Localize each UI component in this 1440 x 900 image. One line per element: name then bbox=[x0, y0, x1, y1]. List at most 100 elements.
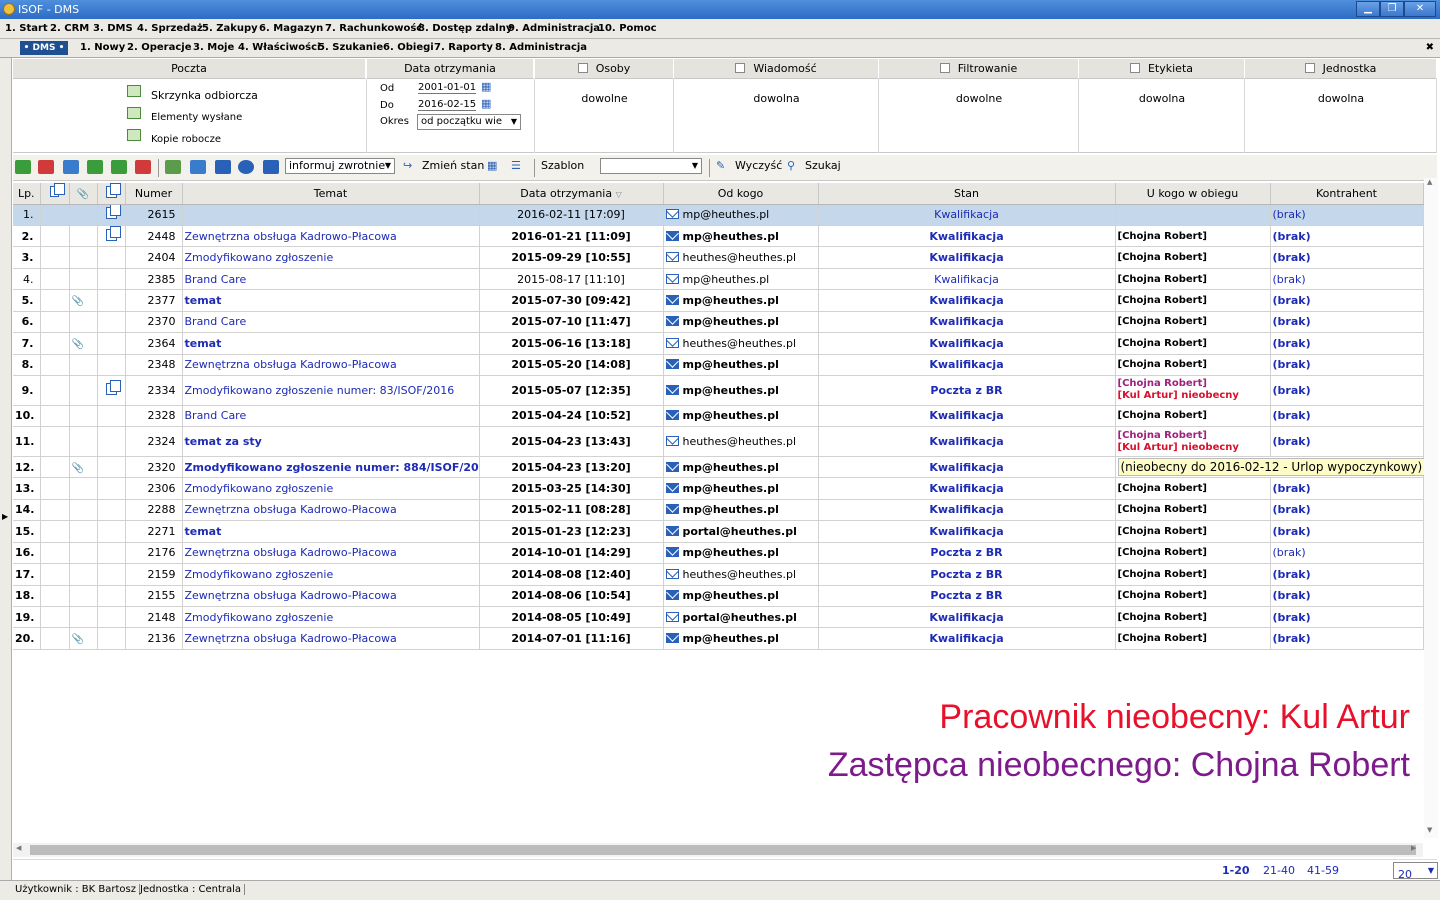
col-u-kogo[interactable]: U kogo w obiegu bbox=[1115, 183, 1271, 205]
table-row[interactable]: 1. 2615 2016-02-11 [17:09] mp@heuthes.pl Kwa… bbox=[13, 204, 1424, 226]
table-row[interactable]: 11. 2324 temat za sty 2015-04-23 [13:43] heu… bbox=[13, 426, 1424, 457]
menu-item-4[interactable]: 4. Sprzedaż bbox=[137, 23, 203, 34]
search-button[interactable]: Szukaj bbox=[805, 159, 841, 172]
menu-item-10[interactable]: 10. Pomoc bbox=[598, 23, 657, 34]
table-row[interactable]: 13. 2306 Zmodyfikowano zgłoszenie 2015-03-2… bbox=[13, 477, 1424, 500]
scroll-thumb[interactable] bbox=[30, 845, 1416, 855]
page-41-59[interactable]: 41-59 bbox=[1307, 864, 1339, 877]
change-state-button[interactable]: Zmień stan bbox=[422, 159, 484, 172]
col-data[interactable]: Data otrzymania ▽ bbox=[479, 183, 664, 205]
filter-1-header[interactable]: Wiadomość bbox=[674, 59, 879, 79]
col-doc-icon[interactable] bbox=[40, 183, 70, 205]
expand-arrow-icon[interactable]: ▶ bbox=[2, 512, 8, 521]
okres-select[interactable]: od początku wie ▼ bbox=[417, 114, 521, 130]
filter-checkbox[interactable] bbox=[939, 63, 950, 73]
do-calendar-icon[interactable]: ▦ bbox=[481, 97, 491, 110]
table-row[interactable]: 9. 2334 Zmodyfikowano zgłoszenie numer: 83… bbox=[13, 375, 1424, 406]
filter-value[interactable]: dowolna bbox=[674, 92, 879, 105]
col-attachment-icon[interactable]: 📎 bbox=[69, 183, 98, 205]
clear-button[interactable]: Wyczyść bbox=[735, 159, 782, 172]
col-lp[interactable]: Lp. bbox=[13, 183, 41, 205]
col-temat[interactable]: Temat bbox=[182, 183, 480, 205]
table-row[interactable]: 2. 2448 Zewnętrzna obsługa Kadrowo-Płacowa… bbox=[13, 225, 1424, 248]
document-icon[interactable] bbox=[190, 160, 206, 174]
mailbox-inbox[interactable]: Skrzynka odbiorcza bbox=[151, 89, 258, 102]
filter-4-header[interactable]: Jednostka bbox=[1245, 59, 1437, 79]
menu-item-6[interactable]: 6. Magazyn bbox=[259, 23, 323, 34]
close-window-button[interactable]: ✕ bbox=[1404, 1, 1436, 17]
table-row[interactable]: 10. 2328 Brand Care 2015-04-24 [10:52] mp@he… bbox=[13, 405, 1424, 428]
table-row[interactable]: 5. 📎 2377 temat 2015-07-30 [09:42] mp@heuthes… bbox=[13, 289, 1424, 312]
filter-3-header[interactable]: Etykieta bbox=[1079, 59, 1245, 79]
scroll-down-icon[interactable]: ▼ bbox=[1427, 826, 1432, 834]
submenu-item-7[interactable]: 7. Raporty bbox=[434, 42, 493, 53]
new-message-icon[interactable] bbox=[15, 160, 31, 174]
filter-value[interactable]: dowolne bbox=[535, 92, 674, 105]
col-numer[interactable]: Numer bbox=[125, 183, 183, 205]
attach-doc-icon[interactable] bbox=[165, 160, 181, 174]
submenu-item-3[interactable]: 3. Moje bbox=[193, 42, 234, 53]
page-21-40[interactable]: 21-40 bbox=[1263, 864, 1295, 877]
scroll-right-icon[interactable]: ▶ bbox=[1411, 844, 1416, 852]
submenu-item-6[interactable]: 6. Obiegi bbox=[383, 42, 434, 53]
col-kontrahent[interactable]: Kontrahent bbox=[1270, 183, 1424, 205]
mailbox-sent[interactable]: Elementy wysłane bbox=[151, 112, 242, 123]
dms-badge[interactable]: • DMS • bbox=[20, 41, 68, 55]
menu-item-2[interactable]: 2. CRM bbox=[50, 23, 89, 34]
filter-value[interactable]: dowolna bbox=[1245, 92, 1437, 105]
table-row[interactable]: 7. 📎 2364 temat 2015-06-16 [13:18] heuthes@he… bbox=[13, 332, 1424, 355]
col-od-kogo[interactable]: Od kogo bbox=[663, 183, 819, 205]
submenu-item-4[interactable]: 4. Właściwości bbox=[238, 42, 320, 53]
mailbox-drafts[interactable]: Kopie robocze bbox=[151, 134, 221, 145]
table-row[interactable]: 8. 2348 Zewnętrzna obsługa Kadrowo-Płacowa… bbox=[13, 354, 1424, 377]
col-copy-icon[interactable] bbox=[97, 182, 126, 205]
od-calendar-icon[interactable]: ▦ bbox=[481, 80, 491, 93]
table-row[interactable]: 4. 2385 Brand Care 2015-08-17 [11:10] mp@heu… bbox=[13, 268, 1424, 291]
table-row[interactable]: 18. 2155 Zewnętrzna obsługa Kadrowo-Płacow… bbox=[13, 585, 1424, 608]
table-row[interactable]: 20. 📎 2136 Zewnętrzna obsługa Kadrowo-Płaco… bbox=[13, 627, 1424, 650]
filter-value[interactable]: dowolne bbox=[879, 92, 1079, 105]
table-row[interactable]: 12. 📎 2320 Zmodyfikowano zgłoszenie numer: … bbox=[13, 456, 1426, 479]
table-row[interactable]: 19. 2148 Zmodyfikowano zgłoszenie 2014-08-0… bbox=[13, 606, 1424, 629]
page-1-20[interactable]: 1-20 bbox=[1222, 864, 1250, 877]
template-select[interactable]: ▼ bbox=[600, 158, 702, 174]
table-row[interactable]: 16. 2176 Zewnętrzna obsługa Kadrowo-Płacow… bbox=[13, 542, 1424, 565]
submenu-item-1[interactable]: 1. Nowy bbox=[80, 42, 125, 53]
inform-select[interactable]: informuj zwrotnie ▼ bbox=[285, 158, 395, 174]
gear-icon[interactable] bbox=[238, 160, 254, 174]
mark-read-icon[interactable] bbox=[63, 160, 79, 174]
reject-icon[interactable] bbox=[135, 160, 151, 174]
accept-icon[interactable] bbox=[87, 160, 103, 174]
filter-checkbox[interactable] bbox=[1129, 63, 1140, 73]
menu-item-1[interactable]: 1. Start bbox=[5, 23, 48, 34]
list-icon[interactable] bbox=[263, 160, 279, 174]
left-collapse-strip[interactable]: ▶ bbox=[0, 58, 12, 880]
od-date-field[interactable]: 2001-01-01 bbox=[418, 82, 477, 94]
do-date-field[interactable]: 2016-02-15 bbox=[418, 99, 477, 111]
minimize-button[interactable]: ▁ bbox=[1356, 1, 1380, 17]
menu-item-9[interactable]: 9. Administracja bbox=[508, 23, 600, 34]
filter-2-header[interactable]: Filtrowanie bbox=[879, 59, 1079, 79]
submenu-item-2[interactable]: 2. Operacje bbox=[127, 42, 192, 53]
filter-checkbox[interactable] bbox=[735, 63, 746, 73]
filter-value[interactable]: dowolna bbox=[1079, 92, 1245, 105]
grid-view-icon[interactable]: ▦ bbox=[487, 159, 497, 172]
filter-checkbox[interactable] bbox=[1304, 63, 1315, 73]
page-size-select[interactable]: 20 ▼ bbox=[1393, 862, 1438, 881]
table-row[interactable]: 3. 2404 Zmodyfikowano zgłoszenie 2015-09-29… bbox=[13, 246, 1424, 269]
submenu-item-5[interactable]: 5. Szukanie bbox=[318, 42, 383, 53]
menu-item-5[interactable]: 5. Zakupy bbox=[202, 23, 258, 34]
table-row[interactable]: 15. 2271 temat 2015-01-23 [12:23] portal@heu… bbox=[13, 520, 1424, 543]
forward-icon[interactable] bbox=[111, 160, 127, 174]
menu-item-3[interactable]: 3. DMS bbox=[93, 23, 133, 34]
table-row[interactable]: 14. 2288 Zewnętrzna obsługa Kadrowo-Płacow… bbox=[13, 499, 1424, 522]
list-view-icon[interactable]: ☰ bbox=[511, 159, 521, 172]
menu-item-7[interactable]: 7. Rachunkowość bbox=[325, 23, 422, 34]
filter-checkbox[interactable] bbox=[577, 63, 588, 73]
vertical-scrollbar[interactable]: ▲ ▼ bbox=[1424, 178, 1438, 838]
menu-item-8[interactable]: 8. Dostęp zdalny bbox=[418, 23, 512, 34]
scroll-up-icon[interactable]: ▲ bbox=[1427, 178, 1432, 186]
table-row[interactable]: 6. 2370 Brand Care 2015-07-10 [11:47] mp@heu… bbox=[13, 311, 1424, 334]
horizontal-scrollbar[interactable]: ◀ ▶ bbox=[13, 843, 1423, 857]
scroll-left-icon[interactable]: ◀ bbox=[16, 844, 21, 852]
